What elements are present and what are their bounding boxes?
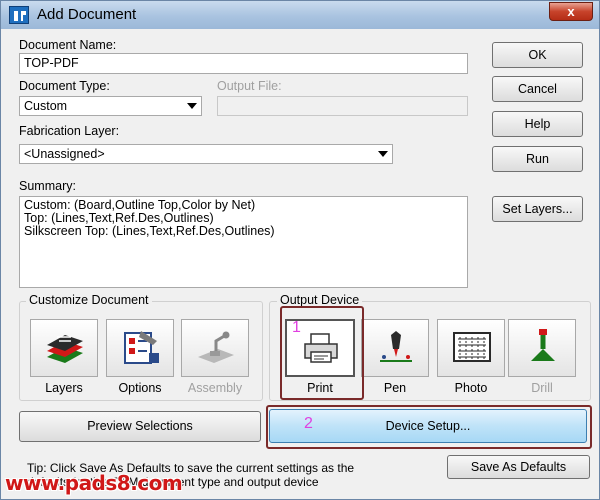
- summary-box[interactable]: Custom: (Board,Outline Top,Color by Net)…: [19, 196, 468, 288]
- add-document-dialog: Add Document x Document Name: TOP-PDF Do…: [0, 0, 600, 500]
- window-title: Add Document: [37, 6, 137, 23]
- chevron-down-icon: [378, 151, 388, 157]
- layers-button[interactable]: [30, 319, 98, 377]
- options-button[interactable]: [106, 319, 174, 377]
- drill-button[interactable]: [508, 319, 576, 377]
- document-name-input[interactable]: TOP-PDF: [19, 53, 468, 74]
- output-file-label: Output File:: [217, 79, 282, 93]
- app-icon: [9, 6, 29, 24]
- assembly-button: [181, 319, 249, 377]
- save-as-defaults-button[interactable]: Save As Defaults: [447, 455, 590, 479]
- pen-button[interactable]: [361, 319, 429, 377]
- fabrication-layer-select[interactable]: <Unassigned>: [19, 144, 393, 164]
- options-icon: [124, 331, 159, 364]
- run-button[interactable]: Run: [492, 146, 583, 172]
- title-bar[interactable]: Add Document x: [1, 1, 599, 29]
- drill-label: Drill: [531, 381, 553, 395]
- close-button[interactable]: x: [549, 2, 593, 21]
- preview-selections-button[interactable]: Preview Selections: [19, 411, 261, 442]
- annotation-marker-1: 1: [292, 319, 301, 336]
- set-layers-button[interactable]: Set Layers...: [492, 196, 583, 222]
- document-name-label: Document Name:: [19, 38, 117, 52]
- output-device-title: Output Device: [277, 293, 363, 307]
- chevron-down-icon: [187, 103, 197, 109]
- layers-icon: [47, 335, 83, 363]
- cancel-button[interactable]: Cancel: [492, 76, 583, 102]
- summary-line: Silkscreen Top: (Lines,Text,Ref.Des,Outl…: [24, 224, 275, 238]
- drill-icon: [531, 329, 555, 361]
- annotation-marker-2: 2: [304, 415, 313, 432]
- fabrication-layer-value: <Unassigned>: [24, 147, 105, 161]
- photo-button[interactable]: [437, 319, 505, 377]
- device-setup-button[interactable]: Device Setup...: [269, 409, 587, 443]
- photo-plotter-icon: [453, 332, 491, 362]
- customize-document-title: Customize Document: [26, 293, 152, 307]
- pen-label: Pen: [383, 381, 407, 395]
- assembly-icon: [198, 331, 234, 363]
- document-type-select[interactable]: Custom: [19, 96, 202, 116]
- document-type-label: Document Type:: [19, 79, 110, 93]
- fabrication-layer-label: Fabrication Layer:: [19, 124, 120, 138]
- summary-label: Summary:: [19, 179, 76, 193]
- watermark: www.pads8.com: [5, 471, 183, 495]
- photo-label: Photo: [454, 381, 488, 395]
- pen-plotter-icon: [380, 331, 412, 362]
- output-file-input: [217, 96, 468, 116]
- options-label: Options: [118, 381, 162, 395]
- document-type-value: Custom: [24, 99, 68, 113]
- layers-label: Layers: [45, 381, 83, 395]
- ok-button[interactable]: OK: [492, 42, 583, 68]
- assembly-label: Assembly: [187, 381, 243, 395]
- help-button[interactable]: Help: [492, 111, 583, 137]
